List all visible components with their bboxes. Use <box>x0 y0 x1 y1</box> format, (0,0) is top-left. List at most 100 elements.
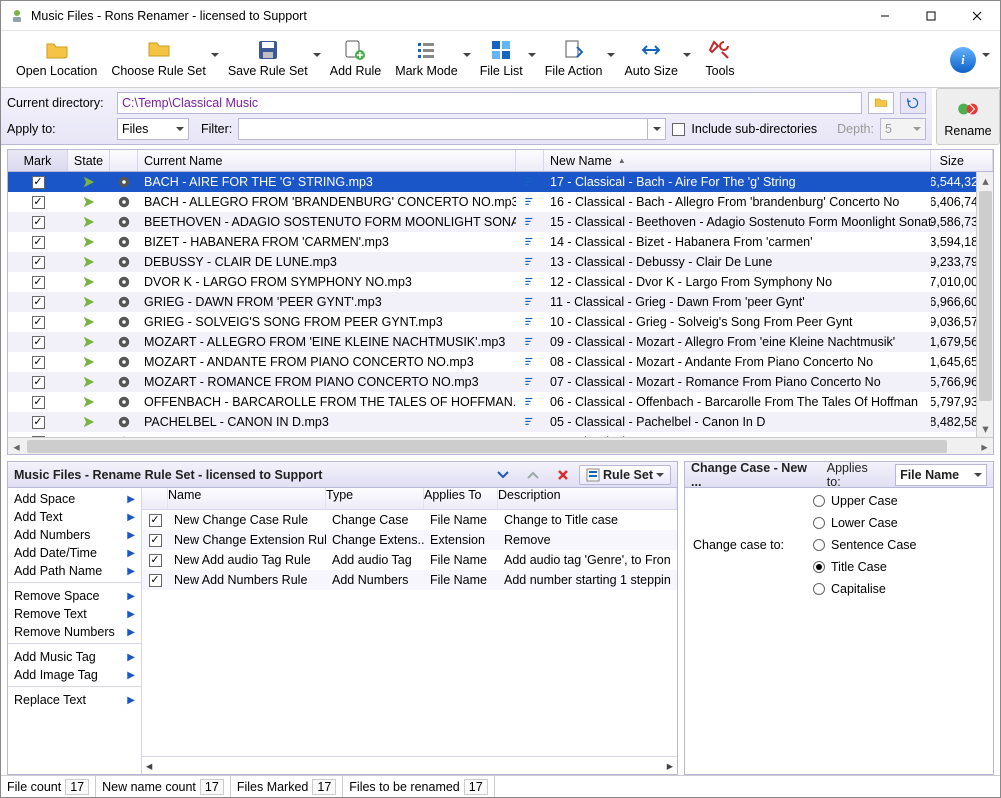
mark-checkbox[interactable] <box>32 176 45 189</box>
current-directory-input[interactable] <box>117 92 862 114</box>
rename-button[interactable]: Rename <box>936 88 1000 145</box>
sidebar-add-image-tag[interactable]: Add Image Tag▶ <box>8 666 141 684</box>
col-size[interactable]: Size <box>931 150 993 171</box>
mark-checkbox[interactable] <box>32 356 45 369</box>
tools-button[interactable]: Tools <box>693 35 747 81</box>
table-row[interactable]: BEETHOVEN - ADAGIO SOSTENUTO FORM MOONLI… <box>8 212 993 232</box>
sidebar-remove-text[interactable]: Remove Text▶ <box>8 605 141 623</box>
table-row[interactable]: PACHELBEL - CANON IN D.mp305 - Classical… <box>8 412 993 432</box>
sidebar-add-numbers[interactable]: Add Numbers▶ <box>8 526 141 544</box>
mark-mode-button[interactable]: Mark Mode <box>388 35 465 81</box>
rule-row[interactable]: New Add audio Tag RuleAdd audio TagFile … <box>142 550 677 570</box>
table-row[interactable]: OFFENBACH - BARCAROLLE FROM THE TALES OF… <box>8 392 993 412</box>
browse-folder-button[interactable] <box>868 92 894 114</box>
auto-size-button[interactable]: Auto Size <box>617 35 685 81</box>
rules-table-scrollbar[interactable]: ◂▸ <box>142 756 677 774</box>
mark-checkbox[interactable] <box>32 416 45 429</box>
horizontal-scrollbar[interactable]: ◂ ▸ <box>8 437 993 454</box>
rule-checkbox[interactable] <box>149 554 162 567</box>
mark-checkbox[interactable] <box>32 276 45 289</box>
sidebar-add-datetime[interactable]: Add Date/Time▶ <box>8 544 141 562</box>
move-down-button[interactable] <box>489 465 517 485</box>
rule-set-menu-button[interactable]: Rule Set <box>579 465 671 485</box>
mark-checkbox[interactable] <box>32 296 45 309</box>
refresh-button[interactable] <box>900 92 926 114</box>
maximize-button[interactable] <box>908 1 954 31</box>
grid-body[interactable]: BACH - AIRE FOR THE 'G' STRING.mp317 - C… <box>8 172 993 437</box>
move-up-button[interactable] <box>519 465 547 485</box>
include-subdirs-checkbox[interactable] <box>672 123 685 136</box>
col-rule-type[interactable]: Type <box>326 488 424 509</box>
dropdown-caret-icon[interactable] <box>209 43 221 67</box>
rule-row[interactable]: New Change Extension RuleChange Extens..… <box>142 530 677 550</box>
table-row[interactable]: MOZART - ALLEGRO FROM 'EINE KLEINE NACHT… <box>8 332 993 352</box>
table-row[interactable]: BACH - ALLEGRO FROM 'BRANDENBURG' CONCER… <box>8 192 993 212</box>
delete-rule-button[interactable] <box>549 465 577 485</box>
mark-checkbox[interactable] <box>32 336 45 349</box>
file-action-button[interactable]: File Action <box>538 35 610 81</box>
info-icon[interactable]: i <box>950 47 976 73</box>
dropdown-caret-icon[interactable] <box>681 43 693 67</box>
rule-row[interactable]: New Change Case RuleChange CaseFile Name… <box>142 510 677 530</box>
col-current[interactable]: Current Name <box>138 150 516 171</box>
apply-to-combo[interactable]: Files <box>117 118 189 140</box>
table-row[interactable]: MOZART - ANDANTE FROM PIANO CONCERTO NO.… <box>8 352 993 372</box>
table-row[interactable]: DVOR K - LARGO FROM SYMPHONY NO.mp312 - … <box>8 272 993 292</box>
mark-checkbox[interactable] <box>32 236 45 249</box>
sidebar-remove-numbers[interactable]: Remove Numbers▶ <box>8 623 141 641</box>
table-row[interactable]: GRIEG - SOLVEIG'S SONG FROM PEER GYNT.mp… <box>8 312 993 332</box>
rule-checkbox[interactable] <box>149 514 162 527</box>
col-mark[interactable]: Mark <box>8 150 68 171</box>
mark-checkbox[interactable] <box>32 316 45 329</box>
sidebar-add-space[interactable]: Add Space▶ <box>8 490 141 508</box>
save-rule-set-button[interactable]: Save Rule Set <box>221 35 315 81</box>
radio-lower[interactable]: Lower Case <box>813 516 985 530</box>
file-list-button[interactable]: File List <box>473 35 530 81</box>
rules-table-body[interactable]: New Change Case RuleChange CaseFile Name… <box>142 510 677 756</box>
dropdown-caret-icon[interactable] <box>311 43 323 67</box>
filter-input[interactable] <box>238 118 648 140</box>
dropdown-caret-icon[interactable] <box>605 43 617 67</box>
col-new[interactable]: New Name <box>544 150 931 171</box>
rule-checkbox[interactable] <box>149 574 162 587</box>
col-rule-check[interactable] <box>142 488 168 509</box>
col-rule-name[interactable]: Name <box>168 488 326 509</box>
mark-checkbox[interactable] <box>32 376 45 389</box>
rule-checkbox[interactable] <box>149 534 162 547</box>
filter-dropdown[interactable] <box>648 118 666 140</box>
table-row[interactable]: DEBUSSY - CLAIR DE LUNE.mp313 - Classica… <box>8 252 993 272</box>
minimize-button[interactable] <box>862 1 908 31</box>
table-row[interactable]: GRIEG - DAWN FROM 'PEER GYNT'.mp311 - Cl… <box>8 292 993 312</box>
sidebar-add-path[interactable]: Add Path Name▶ <box>8 562 141 580</box>
table-row[interactable]: BACH - AIRE FOR THE 'G' STRING.mp317 - C… <box>8 172 993 192</box>
mark-checkbox[interactable] <box>32 196 45 209</box>
radio-upper[interactable]: Upper Case <box>813 494 985 508</box>
radio-title[interactable]: Title Case <box>813 560 985 574</box>
sidebar-remove-space[interactable]: Remove Space▶ <box>8 587 141 605</box>
sidebar-add-text[interactable]: Add Text▶ <box>8 508 141 526</box>
dropdown-caret-icon[interactable] <box>461 43 473 67</box>
col-rule-applies[interactable]: Applies To <box>424 488 498 509</box>
open-location-button[interactable]: Open Location <box>9 35 104 81</box>
dropdown-caret-icon[interactable] <box>526 43 538 67</box>
choose-rule-set-button[interactable]: Choose Rule Set <box>104 35 213 81</box>
dropdown-caret-icon[interactable] <box>980 43 992 67</box>
radio-capitalise[interactable]: Capitalise <box>813 582 985 596</box>
close-button[interactable] <box>954 1 1000 31</box>
col-icon2[interactable] <box>516 150 544 171</box>
col-state[interactable]: State <box>68 150 110 171</box>
sidebar-add-music-tag[interactable]: Add Music Tag▶ <box>8 648 141 666</box>
col-icon1[interactable] <box>110 150 138 171</box>
applies-to-combo[interactable]: File Name <box>895 464 987 486</box>
rule-row[interactable]: New Add Numbers RuleAdd NumbersFile Name… <box>142 570 677 590</box>
mark-checkbox[interactable] <box>32 396 45 409</box>
table-row[interactable]: STRAUSS JR.mp304 - Classical - Strauss J… <box>8 432 993 437</box>
mark-checkbox[interactable] <box>32 436 45 438</box>
col-rule-desc[interactable]: Description <box>498 488 677 509</box>
radio-sentence[interactable]: Sentence Case <box>813 538 985 552</box>
table-row[interactable]: BIZET - HABANERA FROM 'CARMEN'.mp314 - C… <box>8 232 993 252</box>
add-rule-button[interactable]: Add Rule <box>323 35 388 81</box>
table-row[interactable]: MOZART - ROMANCE FROM PIANO CONCERTO NO.… <box>8 372 993 392</box>
sidebar-replace-text[interactable]: Replace Text▶ <box>8 691 141 709</box>
mark-checkbox[interactable] <box>32 216 45 229</box>
